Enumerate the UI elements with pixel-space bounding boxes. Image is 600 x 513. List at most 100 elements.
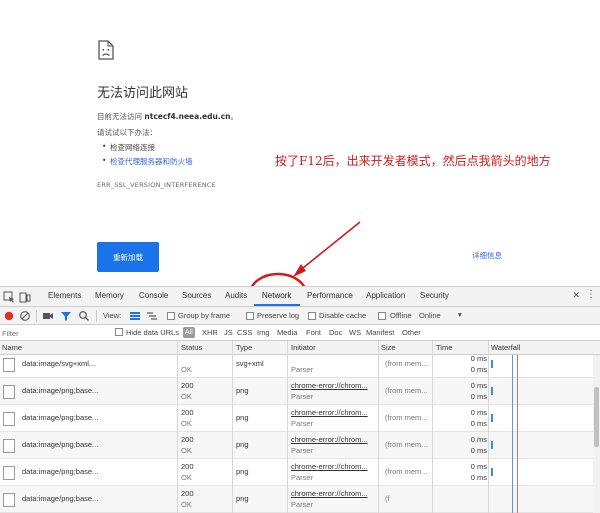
column-divider [378,341,379,513]
request-initiator-link[interactable]: chrome-error://chrom... [291,435,368,444]
filter-type-manifest[interactable]: Manifest [366,328,394,337]
table-row[interactable]: data:image/png;base... 200 OK png chrome-err… [0,405,600,432]
tab-sources[interactable]: Sources [182,291,211,300]
error-description: 目前无法访问 ntcecf4.neea.edu.cn。 [97,111,238,122]
image-file-icon [3,358,15,372]
column-header-name[interactable]: Name [2,343,22,352]
tab-console[interactable]: Console [139,291,168,300]
tab-application[interactable]: Application [366,291,405,300]
waterfall-bar [491,441,493,449]
inspect-element-icon[interactable] [3,291,15,303]
record-icon[interactable] [3,310,15,322]
throttling-select[interactable]: Online [419,311,441,320]
table-row[interactable]: data:image/png;base... 200 OK png chrome-err… [0,378,600,405]
request-name[interactable]: data:image/png;base... [22,440,98,449]
table-row[interactable]: data:image/svg+xml... OK svg+xml Parser (fro… [0,355,600,378]
filter-type-img[interactable]: Img [257,328,270,337]
request-status-code: 200 [181,435,194,444]
filter-type-font[interactable]: Font [306,328,321,337]
request-size: (from mem... [385,440,428,449]
request-status-text: OK [181,446,192,455]
group-by-frame-checkbox[interactable] [167,312,175,320]
preserve-log-checkbox[interactable] [246,312,254,320]
column-header-waterfall[interactable]: Waterfall [491,343,520,352]
hide-data-urls-label: Hide data URLs [126,328,179,337]
column-header-status[interactable]: Status [181,343,202,352]
waterfall-load-line [517,355,518,513]
scrollbar-thumb[interactable] [594,387,599,447]
details-link[interactable]: 详细信息 [472,250,502,261]
tab-performance[interactable]: Performance [307,291,353,300]
clear-icon[interactable] [19,310,31,322]
request-type: png [236,494,249,503]
request-status-text: OK [181,392,192,401]
column-header-initiator[interactable]: Initiator [291,343,316,352]
disable-cache-checkbox[interactable] [308,312,316,320]
table-row[interactable]: data:image/png;base... 200 OK png chrome-err… [0,486,600,513]
offline-checkbox[interactable] [378,312,386,320]
request-name[interactable]: data:image/png;base... [22,494,98,503]
error-page: 无法访问此网站 目前无法访问 ntcecf4.neea.edu.cn。 请试试以… [0,0,600,286]
tab-memory[interactable]: Memory [95,291,124,300]
request-size: (from mem... [385,386,428,395]
filter-icon[interactable] [60,310,72,322]
column-header-type[interactable]: Type [236,343,252,352]
request-initiator-link[interactable]: chrome-error://chrom... [291,462,368,471]
table-row[interactable]: data:image/png;base... 200 OK png chrome-err… [0,432,600,459]
large-rows-icon[interactable] [129,310,141,322]
request-type: svg+xml [236,359,264,368]
column-header-size[interactable]: Size [381,343,396,352]
request-latency: 0 ms [470,473,487,482]
network-request-list: data:image/svg+xml... OK svg+xml Parser (fro… [0,355,600,513]
more-menu-icon[interactable]: ⋮ [586,289,596,300]
filter-input[interactable] [2,327,112,339]
tab-network[interactable]: Network [262,291,291,300]
filter-type-all[interactable]: All [183,327,195,338]
filter-type-xhr[interactable]: XHR [202,328,218,337]
table-row[interactable]: data:image/png;base... 200 OK png chrome-err… [0,459,600,486]
filter-type-ws[interactable]: WS [349,328,361,337]
close-devtools-icon[interactable]: ✕ [572,290,580,301]
request-type: png [236,440,249,449]
tab-elements[interactable]: Elements [48,291,81,300]
request-initiator-link[interactable]: chrome-error://chrom... [291,381,368,390]
request-time: 0 ms [470,435,487,444]
waterfall-bar [491,360,493,368]
suggestion-check-proxy-link[interactable]: 检查代理服务器和防火墙 [102,156,192,167]
search-icon[interactable] [78,310,90,322]
annotation-text: 按了F12后，出来开发者模式，然后点我箭头的地方 [275,154,551,168]
column-header-time[interactable]: Time [436,343,452,352]
capture-screenshots-icon[interactable] [42,310,54,322]
request-time: 0 ms [470,381,487,390]
request-name[interactable]: data:image/png;base... [22,386,98,395]
filter-type-other[interactable]: Other [402,328,421,337]
waterfall-bar [491,387,493,395]
request-status-code: 200 [181,489,194,498]
overview-icon[interactable] [146,310,158,322]
request-initiator-link[interactable]: chrome-error://chrom... [291,489,368,498]
request-name[interactable]: data:image/png;base... [22,467,98,476]
chevron-down-icon[interactable]: ▾ [458,310,462,319]
reload-button[interactable]: 重新加载 [97,242,159,272]
filter-type-js[interactable]: JS [224,328,233,337]
request-status-text: OK [181,419,192,428]
error-host: ntcecf4.neea.edu.cn [144,112,231,121]
request-type: png [236,413,249,422]
hide-data-urls-checkbox[interactable] [115,328,123,336]
tab-audits[interactable]: Audits [225,291,247,300]
toolbar-separator [96,310,97,322]
image-file-icon [3,412,15,426]
device-toolbar-icon[interactable] [19,291,31,303]
request-initiator-link[interactable]: chrome-error://chrom... [291,408,368,417]
column-divider [177,341,178,513]
request-status-text: OK [181,500,192,509]
request-name[interactable]: data:image/png;base... [22,413,98,422]
filter-type-media[interactable]: Media [277,328,297,337]
toolbar-separator [36,310,37,322]
filter-type-doc[interactable]: Doc [329,328,342,337]
waterfall-bar [491,468,493,476]
request-latency: 0 ms [470,446,487,455]
tab-security[interactable]: Security [420,291,449,300]
filter-type-css[interactable]: CSS [237,328,252,337]
request-name[interactable]: data:image/svg+xml... [22,359,95,368]
